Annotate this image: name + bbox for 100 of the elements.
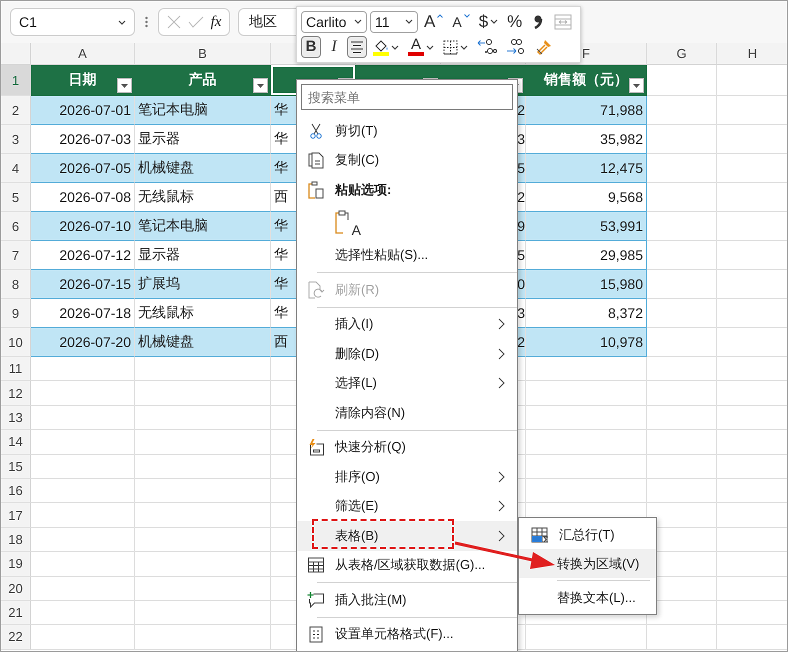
table-cell: 机械键盘 [135, 154, 271, 183]
menu-item[interactable]: 从表格/区域获取数据(G)... [297, 550, 517, 580]
filter-button[interactable] [253, 78, 268, 93]
clipboard-icon [307, 180, 325, 199]
row-header[interactable]: 3 [1, 125, 31, 154]
check-icon[interactable] [188, 16, 204, 28]
column-title: 日期 [68, 71, 96, 89]
total-row-icon [531, 526, 549, 542]
menu-item[interactable]: 插入批注(M) [297, 585, 517, 614]
font-color-button[interactable]: A [405, 36, 437, 58]
filter-button[interactable] [117, 78, 132, 93]
row-header[interactable]: 16 [1, 478, 31, 504]
copy-icon [307, 152, 325, 169]
caret-up-icon [437, 14, 444, 18]
table-cell: 机械键盘 [135, 328, 271, 357]
quick-analysis-icon [307, 438, 325, 456]
table-cell: 笔记本电脑 [135, 96, 271, 125]
menu-item[interactable]: 选择(L) [297, 368, 517, 398]
menu-item[interactable]: 筛选(E) [297, 492, 517, 521]
format-cells-icon [307, 626, 325, 643]
dropdown-icon [121, 84, 128, 88]
insert-function-button[interactable]: fx [210, 14, 222, 30]
borders-icon [443, 40, 458, 55]
align-center-icon [350, 40, 364, 54]
row-header[interactable]: 8 [1, 270, 31, 299]
shrink-font-button[interactable]: A [449, 10, 473, 33]
row-header[interactable]: 4 [1, 154, 31, 183]
column-header[interactable]: B [135, 43, 271, 64]
currency-button[interactable]: $ [476, 10, 502, 33]
row-header[interactable]: 6 [1, 212, 31, 241]
caret-icon [405, 19, 413, 24]
caret-icon [354, 19, 362, 24]
caret-icon [490, 19, 498, 24]
menu-item[interactable]: 转换为区域(V) [519, 549, 656, 578]
row-header[interactable]: 20 [1, 576, 31, 601]
row-header[interactable]: 22 [1, 625, 31, 650]
percent-button[interactable]: % [504, 10, 526, 33]
table-cell: 2026-07-05 [31, 154, 135, 183]
grow-font-button[interactable]: A [421, 10, 446, 33]
refresh-icon [307, 280, 325, 299]
row-header[interactable]: 19 [1, 552, 31, 577]
row-header[interactable]: 13 [1, 406, 31, 430]
row-header[interactable]: 17 [1, 503, 31, 528]
caret-icon [391, 44, 399, 50]
column-header[interactable]: G [647, 43, 717, 64]
comma-icon [533, 14, 544, 30]
dropdown-icon [257, 84, 264, 88]
more-icon[interactable] [145, 16, 148, 28]
filter-button[interactable] [629, 78, 644, 93]
merge-icon [554, 14, 572, 30]
table-cell: 扩展坞 [135, 270, 271, 299]
table-cell: 53,991 [526, 212, 647, 241]
menu-item[interactable]: 设置单元格格式(F)... [297, 620, 517, 649]
table-cell: 2026-07-20 [31, 328, 135, 357]
menu-item[interactable]: 排序(O) [297, 462, 517, 492]
paint-bucket-icon [373, 38, 389, 52]
row-header[interactable]: 9 [1, 299, 31, 328]
align-button[interactable] [347, 36, 367, 58]
row-header[interactable]: 15 [1, 454, 31, 479]
table-cell: 笔记本电脑 [135, 212, 271, 241]
table-cell: 15,980 [526, 270, 647, 299]
caret-icon [426, 44, 434, 50]
menu-item[interactable]: 替换文本(L)... [519, 583, 656, 612]
row-header[interactable]: 18 [1, 528, 31, 552]
table-cell: 2026-07-10 [31, 212, 135, 241]
caret-down-icon [464, 14, 470, 18]
row-header[interactable]: 2 [1, 96, 31, 125]
increase-decimals-icon [477, 38, 497, 56]
font-size-select[interactable]: 11 [370, 10, 418, 33]
row-header[interactable]: 12 [1, 381, 31, 406]
row-header[interactable]: 1 [1, 65, 31, 96]
table-cell: 12,475 [526, 154, 647, 183]
font-select[interactable]: Carlito [301, 10, 367, 33]
row-header[interactable]: 21 [1, 600, 31, 626]
column-header[interactable]: H [717, 43, 787, 64]
row-header[interactable]: 14 [1, 430, 31, 455]
table-cell: 10,978 [526, 328, 647, 357]
caret-icon [460, 44, 468, 50]
row-header[interactable]: 11 [1, 357, 31, 382]
comment-icon [307, 591, 325, 608]
clipboard-icon [335, 210, 349, 234]
table-cell: 71,988 [526, 96, 647, 125]
bold-button[interactable]: B [301, 36, 321, 58]
row-header[interactable]: 10 [1, 328, 31, 357]
menu-item[interactable]: 快速分析(Q) [297, 432, 517, 462]
paintbrush-icon [535, 38, 553, 56]
italic-button[interactable]: I [324, 36, 344, 58]
menu-item[interactable]: 表格(B) [297, 521, 517, 550]
name-box[interactable]: C1 [10, 8, 135, 36]
column-title: 销售额（元） [544, 71, 628, 89]
menu-item[interactable]: 汇总行(T) [519, 520, 656, 549]
menu-item[interactable]: 清除内容(N) [297, 398, 517, 428]
formula-field[interactable]: 地区 [238, 8, 297, 36]
search-field[interactable]: 搜索菜单 [301, 84, 513, 110]
table-cell: 2026-07-15 [31, 270, 135, 299]
decrease-decimals-icon [506, 38, 526, 56]
row-header[interactable]: 5 [1, 183, 31, 212]
column-header[interactable]: A [31, 43, 135, 64]
row-header[interactable]: 7 [1, 241, 31, 270]
column-title: 产品 [188, 71, 216, 89]
